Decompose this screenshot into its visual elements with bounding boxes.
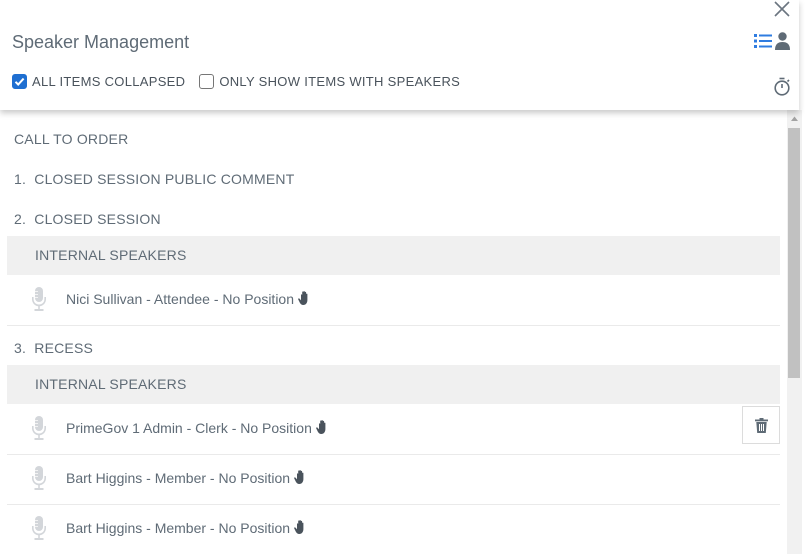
agenda-list: CALL TO ORDER 1. CLOSED SESSION PUBLIC C… <box>0 110 787 554</box>
agenda-item-number: 3. <box>14 340 27 356</box>
section-header: INTERNAL SPEAKERS <box>7 365 780 404</box>
speaker-label: Bart Higgins - Member - No Position <box>66 520 291 536</box>
microphone-icon <box>32 466 46 490</box>
agenda-item-number: 2. <box>14 211 27 227</box>
person-icon[interactable] <box>774 31 791 51</box>
agenda-item[interactable]: 1. CLOSED SESSION PUBLIC COMMENT <box>14 159 294 199</box>
only-show-speakers-checkbox[interactable]: ONLY SHOW ITEMS WITH SPEAKERS <box>199 74 460 89</box>
speaker-row[interactable]: Bart Higgins - Member - No Position <box>7 454 780 505</box>
agenda-item-title: CLOSED SESSION <box>34 211 161 227</box>
microphone-icon <box>32 416 46 440</box>
all-items-collapsed-checkbox[interactable]: ALL ITEMS COLLAPSED <box>12 74 185 89</box>
speaker-name: Bart Higgins - Member - No Position <box>66 504 306 552</box>
agenda-item[interactable]: 3. RECESS <box>14 328 93 368</box>
scrollbar[interactable] <box>787 110 802 554</box>
section-label: INTERNAL SPEAKERS <box>35 376 187 392</box>
checkbox-label: ALL ITEMS COLLAPSED <box>32 74 186 89</box>
agenda-item[interactable]: 2. CLOSED SESSION <box>14 199 161 239</box>
section-label: INTERNAL SPEAKERS <box>35 247 187 263</box>
speaker-name: Bart Higgins - Member - No Position <box>66 454 306 502</box>
scroll-up-arrow-icon[interactable] <box>787 110 802 127</box>
hand-icon <box>315 420 326 434</box>
hand-icon <box>298 291 308 305</box>
list-icon[interactable] <box>753 31 773 51</box>
scrollbar-thumb[interactable] <box>788 128 800 378</box>
delete-speaker-button[interactable] <box>742 406 780 444</box>
page-title: Speaker Management <box>12 32 190 52</box>
speaker-row[interactable]: Bart Higgins - Member - No Position <box>7 504 780 554</box>
close-icon[interactable] <box>773 0 791 18</box>
stopwatch-icon[interactable] <box>773 77 791 96</box>
agenda-call-to-order[interactable]: CALL TO ORDER <box>14 119 128 159</box>
view-toggle[interactable] <box>753 31 791 51</box>
filter-options: ALL ITEMS COLLAPSED ONLY SHOW ITEMS WITH… <box>12 74 460 89</box>
speaker-name: Nici Sullivan - Attendee - No Position <box>66 275 310 323</box>
checkbox-checked[interactable] <box>12 74 27 89</box>
agenda-item-title: CLOSED SESSION PUBLIC COMMENT <box>34 171 295 187</box>
checkbox-label: ONLY SHOW ITEMS WITH SPEAKERS <box>219 74 461 89</box>
hand-icon <box>294 470 304 484</box>
hand-icon <box>294 520 304 534</box>
microphone-icon <box>32 516 46 540</box>
speaker-label: Bart Higgins - Member - No Position <box>66 470 291 486</box>
checkbox-unchecked[interactable] <box>199 74 215 89</box>
speaker-label: Nici Sullivan - Attendee - No Position <box>66 291 294 307</box>
microphone-icon <box>32 287 46 311</box>
dialog-header: Speaker Management ALL ITEMS COLLAPSED O… <box>0 0 799 110</box>
speaker-label: PrimeGov 1 Admin - Clerk - No Position <box>66 420 312 436</box>
speaker-row[interactable]: PrimeGov 1 Admin - Clerk - No Position <box>7 404 780 455</box>
agenda-item-title: RECESS <box>34 340 94 356</box>
speaker-name: PrimeGov 1 Admin - Clerk - No Position <box>66 404 328 452</box>
speaker-row[interactable]: Nici Sullivan - Attendee - No Position <box>7 275 780 326</box>
section-header: INTERNAL SPEAKERS <box>7 236 780 275</box>
agenda-item-number: 1. <box>14 171 27 187</box>
trash-icon <box>754 417 768 433</box>
